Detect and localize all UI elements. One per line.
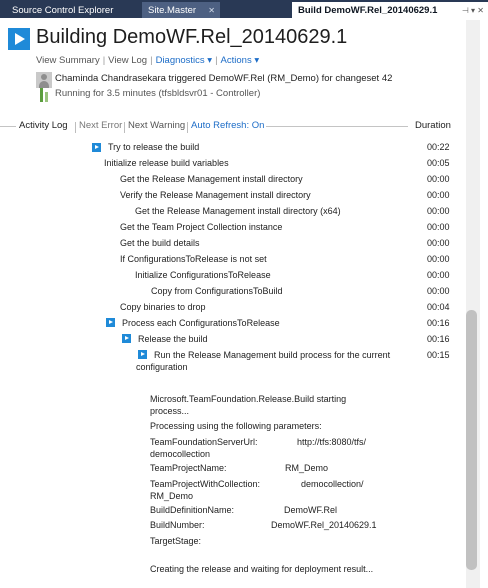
next-warning-button[interactable]: Next Warning	[128, 120, 185, 131]
tab-controls-icon[interactable]: ⊣ ▾ ✕	[462, 2, 484, 19]
log-row-duration: 00:04	[427, 302, 450, 312]
build-running-icon	[8, 28, 30, 50]
log-row-duration: 00:05	[427, 158, 450, 168]
log-row-label-cont: configuration	[136, 362, 188, 372]
log-row-duration: 00:00	[427, 190, 450, 200]
log-row-label[interactable]: Get the Team Project Collection instance	[120, 222, 282, 232]
separator	[187, 122, 188, 133]
log-row-duration: 00:00	[427, 206, 450, 216]
param-value: RM_Demo	[285, 463, 329, 473]
log-row-label[interactable]: Get the build details	[120, 238, 200, 248]
page-title: Building DemoWF.Rel_20140629.1	[36, 26, 348, 48]
param-key: TeamFoundationServerUrl:	[150, 437, 258, 447]
tab-label: Source Control Explorer	[12, 5, 114, 16]
auto-refresh-toggle[interactable]: Auto Refresh: On	[191, 120, 264, 131]
param-key: TargetStage:	[150, 536, 202, 546]
tab-underline	[0, 18, 488, 20]
log-row-label[interactable]: Release the build	[138, 334, 208, 344]
divider	[0, 126, 16, 127]
log-toolbar: Activity Log Next Error Next Warning Aut…	[0, 120, 470, 134]
param-key: TeamProjectWithCollection:	[150, 479, 261, 489]
right-margin	[480, 20, 488, 588]
link-separator: |	[102, 55, 106, 66]
output-line: process...	[150, 406, 190, 416]
param-value: DemoWF.Rel_20140629.1	[271, 520, 377, 530]
param-value: DemoWF.Rel	[284, 505, 338, 515]
actions-menu[interactable]: Actions ▾	[221, 55, 260, 66]
param-key: BuildNumber:	[150, 520, 205, 530]
tab-site-master[interactable]: Site.Master ✕	[142, 2, 220, 19]
tab-label: Build DemoWF.Rel_20140629.1	[298, 5, 438, 16]
next-error-button[interactable]: Next Error	[79, 120, 122, 131]
param-value-cont: RM_Demo	[150, 491, 194, 501]
output-line: Creating the release and waiting for dep…	[150, 564, 374, 574]
output-line: Processing using the following parameter…	[150, 421, 322, 431]
log-row-duration: 00:00	[427, 254, 450, 264]
log-row-label[interactable]: If ConfigurationsToRelease is not set	[120, 254, 267, 264]
diagnostics-menu[interactable]: Diagnostics ▾	[156, 55, 213, 66]
play-icon[interactable]	[106, 318, 115, 327]
separator	[75, 122, 76, 133]
log-row-duration: 00:16	[427, 334, 450, 344]
log-row-label[interactable]: Copy from ConfigurationsToBuild	[151, 286, 283, 296]
separator	[124, 122, 125, 133]
param-value: http://tfs:8080/tfs/	[297, 437, 367, 447]
play-icon[interactable]	[92, 143, 101, 152]
log-row-label[interactable]: Get the Release Management install direc…	[135, 206, 341, 216]
duration-header: Duration	[415, 120, 451, 131]
running-status: Running for 3.5 minutes (tfsbldsvr01 - C…	[55, 88, 261, 99]
view-summary-link[interactable]: View Summary	[36, 55, 100, 66]
trigger-info: Chaminda Chandrasekara triggered DemoWF.…	[55, 73, 393, 84]
log-row-duration: 00:00	[427, 238, 450, 248]
log-row-label[interactable]: Initialize ConfigurationsToRelease	[135, 270, 271, 280]
log-row-duration: 00:22	[427, 142, 450, 152]
log-row-label[interactable]: Try to release the build	[108, 142, 199, 152]
user-avatar-icon	[36, 72, 52, 88]
log-row-duration: 00:15	[427, 350, 450, 360]
view-log-link[interactable]: View Log	[108, 55, 147, 66]
header-links: View Summary | View Log | Diagnostics ▾ | Acti…	[36, 55, 259, 66]
log-row-duration: 00:00	[427, 174, 450, 184]
log-row-label[interactable]: Run the Release Management build process…	[154, 350, 390, 360]
log-row-label[interactable]: Process each ConfigurationsToRelease	[122, 318, 280, 328]
divider	[266, 126, 408, 127]
activity-log-label: Activity Log	[19, 120, 68, 131]
play-icon[interactable]	[122, 334, 131, 343]
log-row-label[interactable]: Verify the Release Management install di…	[120, 190, 311, 200]
tab-label: Site.Master	[148, 5, 197, 16]
tab-source-control-explorer[interactable]: Source Control Explorer	[6, 2, 140, 19]
output-line: Microsoft.TeamFoundation.Release.Build s…	[150, 394, 347, 404]
log-row-duration: 00:00	[427, 270, 450, 280]
play-icon[interactable]	[138, 350, 147, 359]
log-row-label[interactable]: Copy binaries to drop	[120, 302, 206, 312]
progress-bar-secondary	[45, 92, 48, 102]
link-separator: |	[215, 55, 218, 66]
tab-build-demowf[interactable]: Build DemoWF.Rel_20140629.1 ⊣ ▾ ✕	[292, 2, 488, 19]
log-row-duration: 00:00	[427, 286, 450, 296]
link-separator: |	[150, 55, 153, 66]
param-value-cont: democollection	[150, 449, 211, 459]
param-key: TeamProjectName:	[150, 463, 227, 473]
log-row-label[interactable]: Get the Release Management install direc…	[120, 174, 303, 184]
close-icon[interactable]: ✕	[208, 2, 215, 19]
param-value: democollection/	[301, 479, 364, 489]
progress-bar	[40, 88, 43, 102]
log-row-duration: 00:00	[427, 222, 450, 232]
log-row-label[interactable]: Initialize release build variables	[104, 158, 229, 168]
param-key: BuildDefinitionName:	[150, 505, 235, 515]
scrollbar-thumb[interactable]	[466, 310, 477, 570]
log-row-duration: 00:16	[427, 318, 450, 328]
